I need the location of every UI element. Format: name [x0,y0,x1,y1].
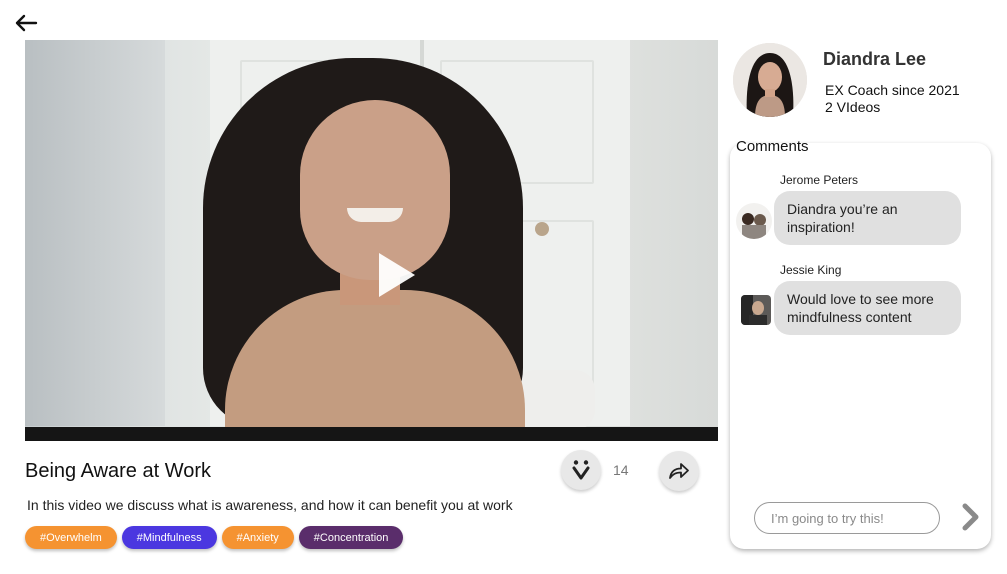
reaction-count: 14 [613,462,629,478]
comment-bubble: Would love to see more mindfulness conte… [774,281,961,335]
back-button[interactable] [12,10,40,36]
tag-list: #Overwhelm #Mindfulness #Anxiety #Concen… [25,526,404,549]
coach-video-count: 2 VIdeos [825,99,881,115]
comment-bubble: Diandra you’re an inspiration! [774,191,961,245]
avatar[interactable] [741,295,771,325]
play-icon[interactable] [379,253,415,297]
share-icon [669,463,689,479]
send-button[interactable] [958,502,984,532]
video-description: In this video we discuss what is awarene… [27,497,513,513]
share-button[interactable] [659,451,699,491]
video-title: Being Aware at Work [25,460,212,482]
comment-author: Jessie King [780,263,842,277]
tag-concentration[interactable]: #Concentration [298,526,404,549]
tag-overwhelm[interactable]: #Overwhelm [25,526,117,549]
comment-author: Jerome Peters [780,173,859,187]
video-progress-bar[interactable] [25,427,718,441]
arrow-left-icon [15,14,38,32]
video-player[interactable] [25,40,718,441]
video-frame-wall [25,40,165,426]
comment-input[interactable] [754,502,940,534]
comments-title: Comments [736,138,809,155]
tag-anxiety[interactable]: #Anxiety [221,526,294,549]
reaction-button[interactable] [561,450,601,490]
avatar[interactable] [736,203,772,239]
chevron-right-icon [962,503,979,531]
coach-since: EX Coach since 2021 [825,82,960,98]
coach-name: Diandra Lee [823,49,927,69]
reaction-face-icon [572,460,590,480]
coach-avatar[interactable] [733,43,807,117]
tag-mindfulness[interactable]: #Mindfulness [121,526,217,549]
